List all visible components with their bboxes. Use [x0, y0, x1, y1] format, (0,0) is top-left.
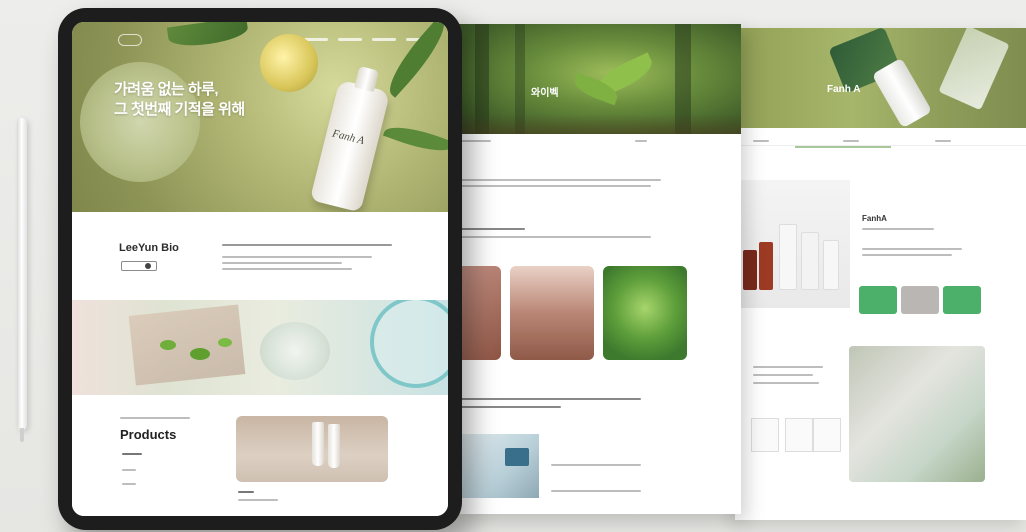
right-page-product-name: FanhA [862, 214, 887, 223]
about-section: LeeYun Bio [72, 212, 448, 300]
pencil-icon [17, 118, 27, 442]
product-thumb[interactable] [813, 418, 841, 452]
oil-dish [260, 34, 318, 92]
grey-option-button[interactable] [901, 286, 939, 314]
texture-card[interactable] [510, 266, 594, 360]
logo-icon[interactable] [118, 34, 142, 46]
right-page-hero: Fanh A [735, 28, 1026, 128]
products-title: Products [120, 427, 177, 442]
mockup-stage: Fanh A FanhA 와이벡 Fanh A 가려움 없는 하루, 그 첫번째… [0, 0, 1026, 532]
products-section: Products [72, 395, 448, 516]
hero-title: 가려움 없는 하루, 그 첫번째 기적을 위해 [114, 81, 245, 118]
product-thumb[interactable] [751, 418, 779, 452]
green-option-button-2[interactable] [943, 286, 981, 314]
green-option-button[interactable] [859, 286, 897, 314]
leaf-card[interactable] [603, 266, 687, 360]
serum-bottle: Fanh A [309, 65, 391, 213]
right-page-tabs [735, 136, 1026, 148]
product-thumb[interactable] [785, 418, 813, 452]
lab-photo [849, 346, 985, 482]
tablet-frame: Fanh A 가려움 없는 하루, 그 첫번째 기적을 위해 LeeYun Bi… [58, 8, 462, 530]
arrow-icon[interactable] [145, 263, 151, 269]
lab-device-photo [457, 434, 539, 498]
nav-item[interactable] [372, 38, 396, 41]
more-button[interactable] [121, 261, 157, 271]
right-page-product-image [735, 180, 850, 308]
tablet-hero: Fanh A 가려움 없는 하루, 그 첫번째 기적을 위해 [72, 22, 448, 213]
tablet-nav [72, 34, 448, 50]
lab-banner [72, 300, 448, 395]
middle-page-mockup: 와이벡 [455, 24, 741, 514]
middle-page-hero-title: 와이벡 [531, 88, 559, 99]
nav-item[interactable] [338, 38, 362, 41]
product-image[interactable] [236, 416, 388, 482]
bottle-label: Fanh A [331, 127, 366, 148]
tablet-screen: Fanh A 가려움 없는 하루, 그 첫번째 기적을 위해 LeeYun Bi… [72, 22, 448, 516]
right-page-hero-title: Fanh A [827, 84, 861, 95]
right-page-mockup: Fanh A FanhA [735, 28, 1026, 520]
brand-name: LeeYun Bio [119, 242, 179, 254]
middle-page-hero: 와이벡 [455, 24, 741, 134]
skin-card[interactable] [457, 266, 501, 360]
